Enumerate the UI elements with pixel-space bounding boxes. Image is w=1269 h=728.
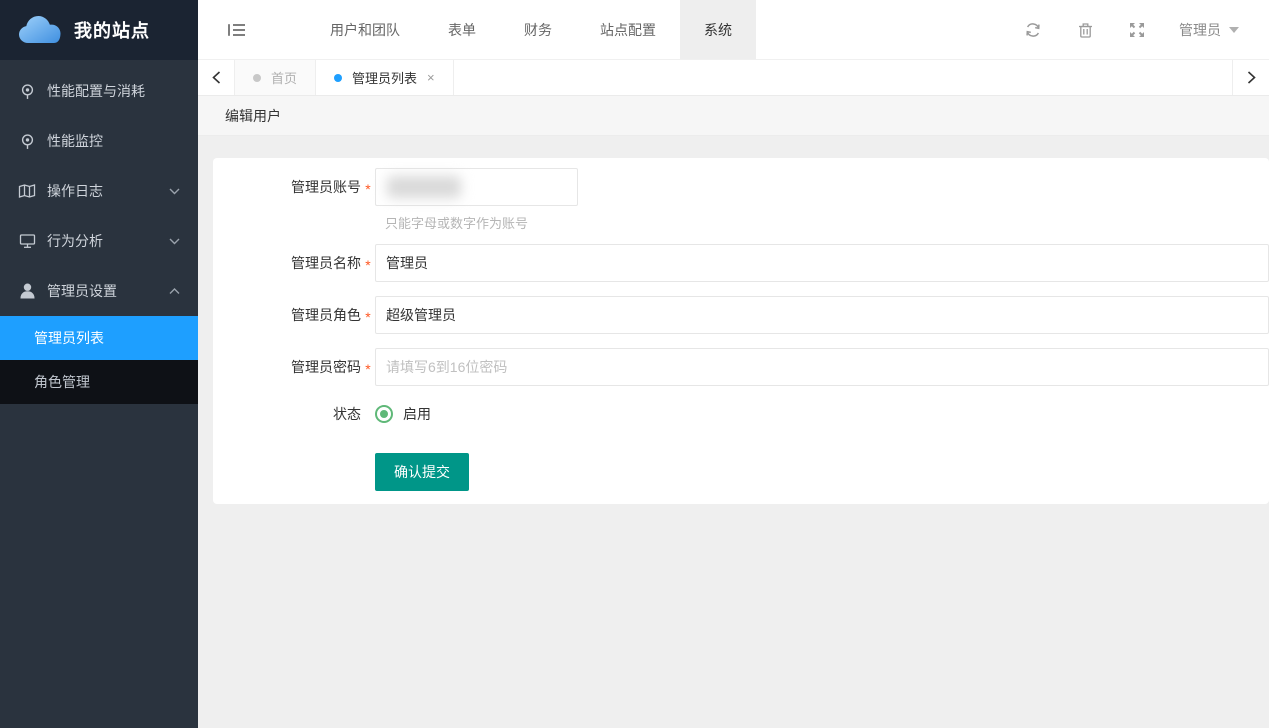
sidebar-item-label: 行为分析: [47, 231, 103, 251]
user-name: 管理员: [1179, 20, 1221, 40]
topnav-item-site-config[interactable]: 站点配置: [576, 0, 680, 59]
tab-label: 管理员列表: [352, 68, 417, 87]
required-mark: *: [361, 305, 375, 325]
chevron-up-icon: [169, 288, 180, 295]
top-nav: 用户和团队 表单 财务 站点配置 系统: [306, 0, 756, 59]
submenu-item-label: 角色管理: [34, 372, 90, 392]
monitor-icon: [18, 232, 36, 250]
topnav-label: 表单: [448, 20, 476, 40]
main-area: 用户和团队 表单 财务 站点配置 系统: [198, 0, 1269, 728]
form-row-password: 管理员密码 *: [213, 348, 1269, 386]
tab-bar: 首页 管理员列表 ×: [198, 60, 1269, 96]
status-radio-label: 启用: [403, 404, 431, 424]
sidebar-item-admin-settings[interactable]: 管理员设置: [0, 266, 198, 316]
topnav-item-finance[interactable]: 财务: [500, 0, 576, 59]
sidebar-item-operation-log[interactable]: 操作日志: [0, 166, 198, 216]
tab-label: 首页: [271, 68, 297, 87]
sidebar-item-behavior-analysis[interactable]: 行为分析: [0, 216, 198, 266]
status-radio[interactable]: [375, 405, 393, 423]
sidebar-menu: 性能配置与消耗 性能监控 操作日志: [0, 60, 198, 404]
role-input[interactable]: [375, 296, 1269, 334]
tab-dot: [253, 74, 261, 82]
broadcast-icon: [18, 82, 36, 100]
tab-home[interactable]: 首页: [235, 60, 316, 95]
account-hint: 只能字母或数字作为账号: [385, 213, 1269, 229]
cloud-icon: [16, 12, 64, 49]
sidebar-item-label: 性能监控: [47, 131, 103, 151]
field-label: 管理员角色: [213, 305, 361, 325]
broadcast-icon: [18, 132, 36, 150]
sidebar-item-label: 操作日志: [47, 181, 103, 201]
submenu-item-label: 管理员列表: [34, 328, 104, 348]
topnav-label: 用户和团队: [330, 20, 400, 40]
tab-scroll-right-icon[interactable]: [1232, 60, 1269, 95]
chevron-down-icon: [169, 188, 180, 195]
fullscreen-icon[interactable]: [1111, 0, 1163, 59]
radio-dot: [380, 410, 388, 418]
close-icon[interactable]: ×: [427, 70, 435, 85]
account-input-wrap: [375, 168, 1269, 206]
required-mark: *: [361, 253, 375, 273]
sidebar: 我的站点 性能配置与消耗 性能监控: [0, 0, 198, 728]
required-mark: *: [361, 357, 375, 377]
redacted-value: [387, 176, 461, 198]
password-input[interactable]: [375, 348, 1269, 386]
refresh-icon[interactable]: [1007, 0, 1059, 59]
form-row-status: 状态 启用: [213, 404, 1269, 424]
caret-down-icon: [1229, 27, 1239, 33]
form-row-account: 管理员账号 *: [213, 168, 1269, 206]
required-mark: *: [361, 177, 375, 197]
book-icon: [18, 182, 36, 200]
topbar-tools: 管理员: [1007, 0, 1269, 59]
sidebar-subitem-role-management[interactable]: 角色管理: [0, 360, 198, 404]
page-header: 编辑用户: [198, 96, 1269, 136]
tab-scroll-left-icon[interactable]: [198, 60, 235, 95]
top-header: 用户和团队 表单 财务 站点配置 系统: [198, 0, 1269, 60]
form-row-name: 管理员名称 *: [213, 244, 1269, 282]
sidebar-submenu: 管理员列表 角色管理: [0, 316, 198, 404]
submit-button[interactable]: 确认提交: [375, 453, 469, 491]
field-label: 管理员账号: [213, 177, 361, 197]
sidebar-item-label: 性能配置与消耗: [47, 81, 145, 101]
topnav-label: 系统: [704, 20, 732, 40]
edit-user-card: 管理员账号 * 只能字母或数字作为账号 管理员名称 * 管理员角色 *: [213, 158, 1269, 504]
tab-admin-list[interactable]: 管理员列表 ×: [316, 60, 454, 95]
user-menu[interactable]: 管理员: [1163, 0, 1255, 59]
chevron-down-icon: [169, 238, 180, 245]
topnav-item-forms[interactable]: 表单: [424, 0, 500, 59]
tab-dot: [334, 74, 342, 82]
app-logo[interactable]: 我的站点: [0, 0, 198, 60]
page-title: 编辑用户: [225, 106, 281, 126]
sidebar-item-label: 管理员设置: [47, 281, 117, 301]
topnav-item-users-teams[interactable]: 用户和团队: [306, 0, 424, 59]
sidebar-item-performance-config[interactable]: 性能配置与消耗: [0, 66, 198, 116]
name-input[interactable]: [375, 244, 1269, 282]
collapse-menu-icon[interactable]: [198, 0, 276, 59]
sidebar-item-performance-monitor[interactable]: 性能监控: [0, 116, 198, 166]
user-icon: [18, 282, 36, 300]
form-row-submit: 确认提交: [213, 453, 1269, 491]
topnav-label: 站点配置: [600, 20, 656, 40]
content-area: 管理员账号 * 只能字母或数字作为账号 管理员名称 * 管理员角色 *: [198, 137, 1269, 728]
field-label: 管理员名称: [213, 253, 361, 273]
sidebar-subitem-admin-list[interactable]: 管理员列表: [0, 316, 198, 360]
field-label: 状态: [213, 404, 361, 424]
app-title: 我的站点: [74, 17, 150, 43]
topnav-item-system[interactable]: 系统: [680, 0, 756, 59]
topnav-label: 财务: [524, 20, 552, 40]
trash-icon[interactable]: [1059, 0, 1111, 59]
field-label: 管理员密码: [213, 357, 361, 377]
form-row-role: 管理员角色 *: [213, 296, 1269, 334]
